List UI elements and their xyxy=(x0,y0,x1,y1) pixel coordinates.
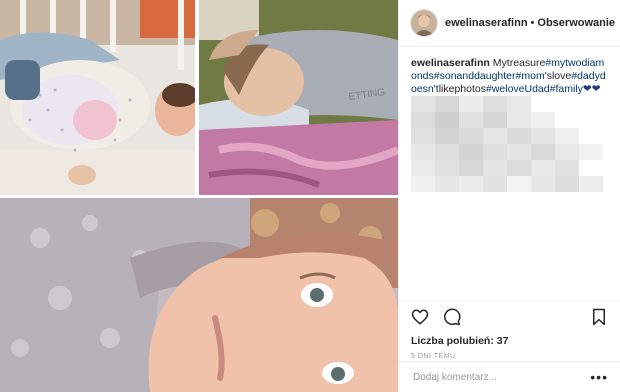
caption-text: Mytreasure xyxy=(492,57,546,69)
hashtag-link[interactable]: #mom xyxy=(516,70,545,82)
caption-text: 'slove xyxy=(544,70,572,82)
pixelated-redaction-image xyxy=(411,96,607,200)
comment-bubble-icon[interactable] xyxy=(443,308,461,326)
avatar-image xyxy=(411,10,437,36)
hashtag-link[interactable]: #weloveUdad xyxy=(486,83,550,95)
hashtag-link[interactable]: #family xyxy=(550,83,583,95)
likes-count[interactable]: Liczba polubień: 37 xyxy=(411,335,608,347)
heart-outline-icon[interactable] xyxy=(411,308,429,326)
photo-baby-in-crib-image xyxy=(0,0,195,195)
post-timestamp[interactable]: 5 DNI TEMU xyxy=(411,353,608,360)
bookmark-icon[interactable] xyxy=(590,308,608,326)
pixelated-redaction xyxy=(411,96,607,200)
more-options-icon[interactable]: ••• xyxy=(590,370,608,384)
comment-input[interactable] xyxy=(411,370,591,384)
avatar[interactable] xyxy=(411,10,437,36)
instagram-post: ETTING ewelinaserafinn • Obserwowanie ew… xyxy=(0,0,620,392)
caption-author-link[interactable]: ewelinaserafinn xyxy=(411,57,490,69)
photo-boy-sleeping-image: ETTING xyxy=(199,0,398,195)
action-icons xyxy=(411,301,608,333)
post-actions: Liczba polubień: 37 5 DNI TEMU xyxy=(399,300,620,360)
post-header: ewelinaserafinn • Obserwowanie xyxy=(399,0,620,47)
caption-text: 'tlikephotos xyxy=(433,83,486,95)
following-button[interactable]: Obserwowanie xyxy=(537,17,615,29)
username-link[interactable]: ewelinaserafinn xyxy=(445,17,528,29)
photo-baby-in-crib xyxy=(0,0,195,195)
photo-mother-selfie xyxy=(0,198,398,392)
photo-collage[interactable]: ETTING xyxy=(0,0,398,392)
hashtag-link[interactable]: #sonanddaughter xyxy=(434,70,516,82)
post-side-panel: ewelinaserafinn • Obserwowanie ewelinase… xyxy=(398,0,620,392)
comment-bar: ••• xyxy=(399,361,620,392)
photo-boy-sleeping: ETTING xyxy=(199,0,398,195)
header-separator: • xyxy=(530,17,535,29)
photo-mother-selfie-image xyxy=(0,198,398,392)
